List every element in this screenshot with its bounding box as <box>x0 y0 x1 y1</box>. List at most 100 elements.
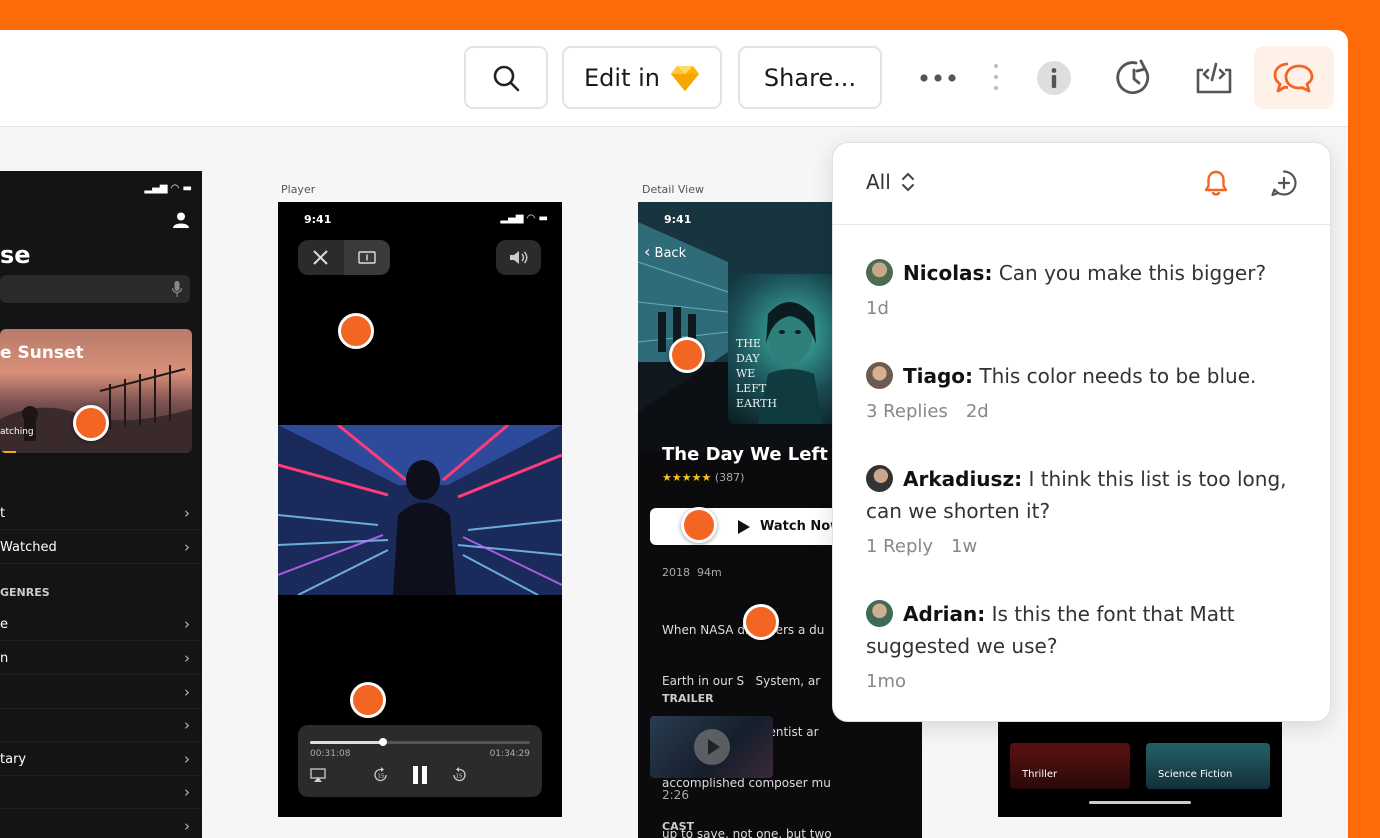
player-close-group <box>298 240 390 275</box>
row-label: tary <box>0 751 27 767</box>
filter-label: All <box>866 170 891 194</box>
home-indicator <box>1089 801 1191 804</box>
share-button[interactable]: Share... <box>738 46 882 109</box>
comments-panel-header: All <box>833 143 1330 225</box>
comments-icon <box>1273 62 1314 92</box>
forward-15-icon[interactable]: 15 <box>451 767 467 783</box>
chevron-right-icon: › <box>184 750 190 768</box>
row-label: n <box>0 650 9 666</box>
artboard-label-player[interactable]: Player <box>281 183 315 196</box>
genre-row[interactable]: tary › <box>0 743 202 776</box>
synopsis-line: Earth in our S System, ar <box>662 674 821 688</box>
back-button[interactable]: ‹ Back <box>644 242 686 261</box>
comment-meta: 1 Reply 1w <box>866 531 1306 563</box>
microphone-icon <box>172 281 182 297</box>
comment-pin[interactable] <box>681 507 717 543</box>
close-icon[interactable] <box>313 250 328 265</box>
comment-item[interactable]: Arkadiusz: I think this list is too long… <box>866 463 1306 563</box>
comment-replies-link[interactable]: 3 Replies <box>866 401 948 422</box>
genre-tile[interactable]: Science Fiction <box>1146 743 1270 789</box>
history-button[interactable] <box>1110 46 1158 109</box>
elapsed-time: 00:31:08 <box>310 749 351 759</box>
volume-button[interactable] <box>496 240 541 275</box>
comment-author: Nicolas: <box>903 261 993 285</box>
share-label: Share... <box>763 63 857 92</box>
edit-label: Edit in <box>584 63 660 92</box>
chevron-right-icon: › <box>184 716 190 734</box>
more-options-button[interactable] <box>914 46 962 109</box>
rating: ★★★★★ (387) <box>662 471 744 484</box>
browse-search-field[interactable] <box>0 275 190 303</box>
comment-text: Can you make this bigger? <box>998 261 1267 285</box>
status-icons: ▂▄▆ ◠ ▬ <box>500 213 548 224</box>
genre-tile-label: Thriller <box>1022 769 1058 780</box>
genre-row[interactable]: › <box>0 810 202 838</box>
comment-item[interactable]: Adrian: Is this the font that Matt sugge… <box>866 598 1306 698</box>
status-time: 9:41 <box>304 213 332 226</box>
volume-icon <box>510 251 528 264</box>
comment-pin[interactable] <box>338 313 374 349</box>
genre-row[interactable]: › <box>0 776 202 809</box>
search-button[interactable] <box>464 46 548 109</box>
comment-filter-select[interactable]: All <box>866 170 915 194</box>
svg-text:15: 15 <box>378 774 385 780</box>
movie-meta: 2018 94m <box>662 566 722 579</box>
scrubber-fill <box>310 741 383 744</box>
comment-pin[interactable] <box>350 682 386 718</box>
movie-poster[interactable]: THE DAY WE LEFT EARTH <box>728 274 838 424</box>
profile-icon[interactable] <box>172 211 190 229</box>
comment-item[interactable]: Nicolas: Can you make this bigger? 1d <box>866 257 1306 325</box>
genre-row[interactable]: e › <box>0 608 202 641</box>
chevron-left-icon: ‹ <box>644 242 651 261</box>
comment-age: 1w <box>951 536 978 557</box>
sketch-diamond-icon <box>670 65 699 91</box>
avatar <box>866 362 893 389</box>
movie-duration: 94m <box>697 566 722 579</box>
comment-pin[interactable] <box>73 405 109 441</box>
artboard-label-detail[interactable]: Detail View <box>642 183 704 196</box>
genre-row[interactable]: › <box>0 676 202 709</box>
rating-stars: ★★★★★ <box>662 471 712 484</box>
scrubber-knob[interactable] <box>378 738 387 746</box>
pause-icon[interactable] <box>412 766 428 784</box>
genre-row[interactable]: › <box>0 709 202 742</box>
inspect-code-button[interactable] <box>1190 46 1238 109</box>
history-icon <box>1116 59 1150 94</box>
chevron-right-icon: › <box>184 683 190 701</box>
bell-icon[interactable] <box>1203 169 1229 197</box>
comment-replies-link[interactable]: 1 Reply <box>866 536 933 557</box>
artboard-browse[interactable]: ▂▄▆ ◠ ▬ se e Sunset atching t › Watched › … <box>0 171 202 838</box>
status-icons: ▂▄▆ ◠ ▬ <box>144 183 192 194</box>
hero-progress <box>0 451 16 453</box>
browse-row[interactable]: t › <box>0 497 202 530</box>
genre-row[interactable]: n › <box>0 642 202 675</box>
comment-text: This color needs to be blue. <box>979 364 1257 388</box>
comments-toggle-button[interactable] <box>1254 46 1334 109</box>
info-button[interactable] <box>1032 46 1076 109</box>
trailer-thumbnail[interactable] <box>650 716 773 778</box>
search-icon <box>493 65 520 91</box>
comment-author: Adrian: <box>903 602 986 626</box>
hero-subtitle: atching <box>0 427 34 437</box>
avatar <box>866 465 893 492</box>
resize-button[interactable] <box>344 240 390 275</box>
chevron-right-icon: › <box>184 649 190 667</box>
movie-year: 2018 <box>662 566 690 579</box>
comment-pin[interactable] <box>743 604 779 640</box>
comment-item[interactable]: Tiago: This color needs to be blue. 3 Re… <box>866 360 1306 428</box>
genre-tile[interactable]: Thriller <box>1010 743 1130 789</box>
comment-age: 2d <box>965 401 989 422</box>
poster-title: THE DAY WE LEFT EARTH <box>736 337 777 410</box>
artboard-player[interactable]: 9:41 ▂▄▆ ◠ ▬ 00:31:08 01:34:29 15 15 <box>278 202 562 817</box>
airplay-icon[interactable] <box>310 768 326 782</box>
browse-row[interactable]: Watched › <box>0 531 202 564</box>
rewind-15-icon[interactable]: 15 <box>373 767 389 783</box>
updown-chevron-icon <box>901 172 914 192</box>
cast-header: CAST <box>662 820 695 833</box>
hero-title: e Sunset <box>0 343 84 363</box>
back-label: Back <box>654 246 687 261</box>
edit-in-sketch-button[interactable]: Edit in <box>562 46 722 109</box>
add-comment-icon[interactable] <box>1270 169 1298 197</box>
comments-panel: All Nicolas: Can you make this bigger? 1… <box>832 142 1331 722</box>
comment-pin[interactable] <box>669 337 705 373</box>
